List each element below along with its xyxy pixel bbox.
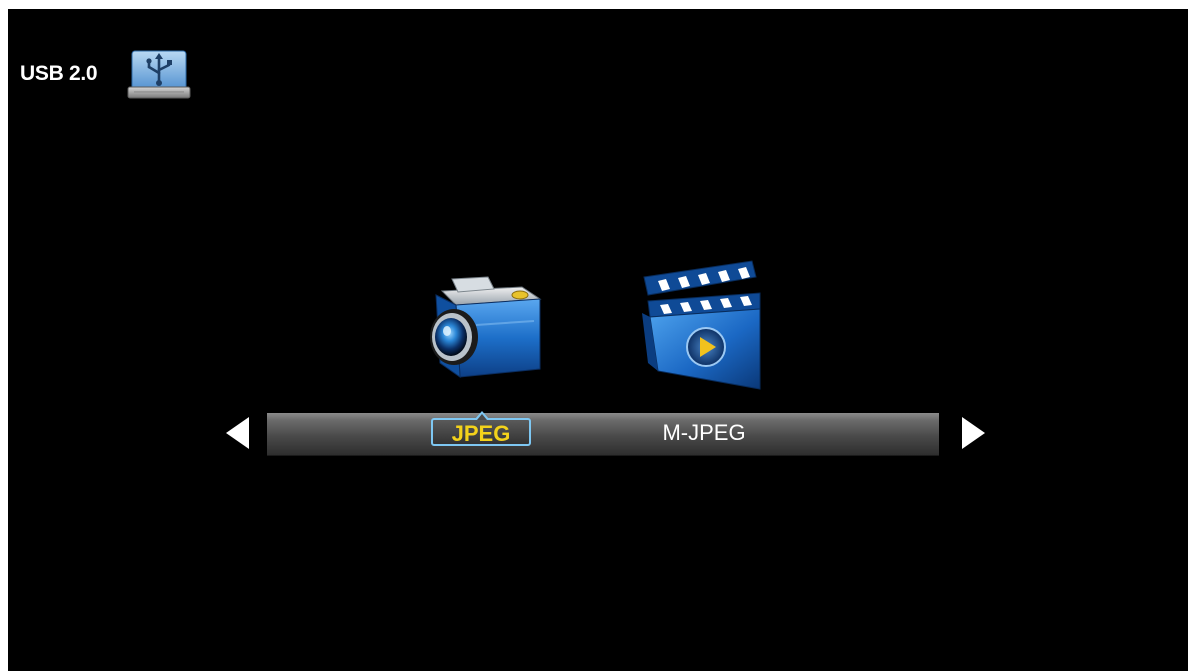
source-label: USB 2.0 — [20, 62, 98, 85]
movie-clapper-icon[interactable] — [638, 255, 764, 395]
triangle-right-icon[interactable] — [958, 415, 988, 451]
media-type-bar: JPEG M-JPEG — [267, 411, 939, 456]
media-player-screen: USB 2.0 JPEG M-JPEG — [8, 9, 1188, 671]
triangle-left-icon[interactable] — [223, 415, 253, 451]
usb-drive-icon — [127, 50, 191, 99]
menu-item-mjpeg[interactable]: M-JPEG — [637, 418, 771, 448]
menu-item-jpeg[interactable]: JPEG — [431, 411, 531, 446]
camera-icon[interactable] — [422, 265, 544, 381]
